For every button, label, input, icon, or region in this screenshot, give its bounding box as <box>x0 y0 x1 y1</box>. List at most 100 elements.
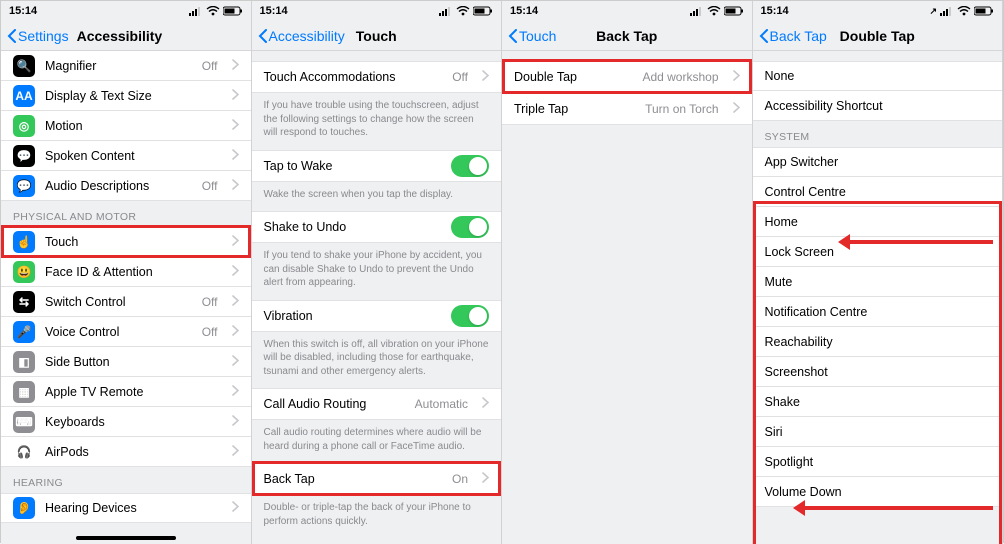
settings-row[interactable]: 💬 Spoken Content <box>1 141 251 171</box>
settings-row[interactable]: Call Audio Routing Automatic <box>252 388 502 420</box>
row-chevron <box>232 325 239 339</box>
row-value: Off <box>202 179 218 193</box>
settings-row[interactable]: ⌨ Keyboards <box>1 407 251 437</box>
option-row[interactable]: App Switcher <box>753 147 1003 177</box>
page-title: Accessibility <box>77 28 163 44</box>
battery-icon <box>724 6 744 16</box>
group-header-physical: PHYSICAL AND MOTOR <box>1 201 251 227</box>
settings-row[interactable]: AA Display & Text Size <box>1 81 251 111</box>
signal-icon <box>690 6 704 16</box>
chevron-right-icon <box>232 235 239 246</box>
chevron-right-icon <box>482 397 489 408</box>
pane-touch: 15:14 Accessibility Touch Touch Accommod… <box>252 1 503 544</box>
option-row[interactable]: Home <box>753 207 1003 237</box>
chevron-right-icon <box>232 119 239 130</box>
settings-row[interactable]: 🔍 Magnifier Off <box>1 51 251 81</box>
row-label: Spoken Content <box>45 149 218 163</box>
scroll-area[interactable]: Touch Accommodations Off If you have tro… <box>252 51 502 544</box>
row-label: Screenshot <box>765 365 991 379</box>
row-label: Tap to Wake <box>264 159 442 173</box>
row-label: Keyboards <box>45 415 218 429</box>
settings-row[interactable]: Shake to Undo <box>252 211 502 243</box>
row-chevron <box>232 119 239 133</box>
status-bar: 15:14 <box>1 1 251 21</box>
row-label: App Switcher <box>765 155 991 169</box>
row-chevron <box>232 445 239 459</box>
row-value: Automatic <box>415 397 468 411</box>
row-chevron <box>482 397 489 411</box>
settings-row[interactable]: 😃 Face ID & Attention <box>1 257 251 287</box>
settings-row[interactable]: 🎤 Voice Control Off <box>1 317 251 347</box>
scroll-area[interactable]: None Accessibility Shortcut SYSTEM App S… <box>753 51 1003 544</box>
row-chevron <box>733 102 740 116</box>
option-row[interactable]: Accessibility Shortcut <box>753 91 1003 121</box>
row-value: Off <box>452 70 468 84</box>
settings-row[interactable]: 👂 Hearing Devices <box>1 493 251 523</box>
option-row[interactable]: Screenshot <box>753 357 1003 387</box>
row-label: Siri <box>765 425 991 439</box>
location-icon: ↗ <box>929 6 937 17</box>
settings-row[interactable]: 💬 Audio Descriptions Off <box>1 171 251 201</box>
row-chevron <box>232 265 239 279</box>
settings-row[interactable]: ◧ Side Button <box>1 347 251 377</box>
row-label: Spotlight <box>765 455 991 469</box>
back-button[interactable]: Back Tap <box>759 28 827 44</box>
row-icon: 😃 <box>13 261 35 283</box>
settings-row[interactable]: Triple Tap Turn on Torch <box>502 93 752 125</box>
option-row[interactable]: Volume Down <box>753 477 1003 507</box>
back-button[interactable]: Settings <box>7 28 69 44</box>
chevron-right-icon <box>232 385 239 396</box>
row-chevron <box>482 70 489 84</box>
chevron-right-icon <box>232 265 239 276</box>
settings-row[interactable]: Vibration <box>252 300 502 332</box>
scroll-area[interactable]: 🔍 Magnifier Off AA Display & Text Size ◎… <box>1 51 251 544</box>
row-label: Lock Screen <box>765 245 991 259</box>
option-row[interactable]: None <box>753 61 1003 91</box>
row-chevron <box>232 149 239 163</box>
settings-row[interactable]: Double Tap Add workshop <box>502 61 752 93</box>
settings-row[interactable]: Back Tap On <box>252 463 502 495</box>
signal-icon <box>940 6 954 16</box>
back-label: Back Tap <box>770 28 827 44</box>
toggle-switch[interactable] <box>451 216 489 238</box>
chevron-left-icon <box>508 29 517 43</box>
toggle-switch[interactable] <box>451 305 489 327</box>
settings-row[interactable]: ☝ Touch <box>1 227 251 257</box>
pane-double-tap: 15:14 ↗ Back Tap Double Tap None Accessi… <box>753 1 1004 544</box>
chevron-right-icon <box>232 415 239 426</box>
settings-row[interactable]: ▦ Apple TV Remote <box>1 377 251 407</box>
option-row[interactable]: Mute <box>753 267 1003 297</box>
pane-back-tap: 15:14 Touch Back Tap Double Tap Add work… <box>502 1 753 544</box>
settings-row[interactable]: Tap to Wake <box>252 150 502 182</box>
row-icon: 🎤 <box>13 321 35 343</box>
battery-icon <box>473 6 493 16</box>
toggle-switch[interactable] <box>451 155 489 177</box>
back-button[interactable]: Accessibility <box>258 28 345 44</box>
row-label: Touch <box>45 235 218 249</box>
option-row[interactable]: Shake <box>753 387 1003 417</box>
settings-row[interactable]: 🎧 AirPods <box>1 437 251 467</box>
row-icon: AA <box>13 85 35 107</box>
row-chevron <box>733 70 740 84</box>
option-row[interactable]: Lock Screen <box>753 237 1003 267</box>
chevron-left-icon <box>7 29 16 43</box>
option-row[interactable]: Reachability <box>753 327 1003 357</box>
settings-row[interactable]: Touch Accommodations Off <box>252 61 502 93</box>
nav-header: Back Tap Double Tap <box>753 21 1003 51</box>
scroll-area[interactable]: Double Tap Add workshop Triple Tap Turn … <box>502 51 752 544</box>
option-row[interactable]: Spotlight <box>753 447 1003 477</box>
back-button[interactable]: Touch <box>508 28 556 44</box>
row-label: Motion <box>45 119 218 133</box>
row-label: AirPods <box>45 445 218 459</box>
option-row[interactable]: Siri <box>753 417 1003 447</box>
settings-row[interactable]: ⇆ Switch Control Off <box>1 287 251 317</box>
row-chevron <box>232 385 239 399</box>
option-row[interactable]: Control Centre <box>753 177 1003 207</box>
row-label: Voice Control <box>45 325 192 339</box>
group-header-hearing: HEARING <box>1 467 251 493</box>
row-label: Reachability <box>765 335 991 349</box>
option-row[interactable]: Notification Centre <box>753 297 1003 327</box>
row-label: Side Button <box>45 355 218 369</box>
settings-row[interactable]: ◎ Motion <box>1 111 251 141</box>
row-chevron <box>232 355 239 369</box>
